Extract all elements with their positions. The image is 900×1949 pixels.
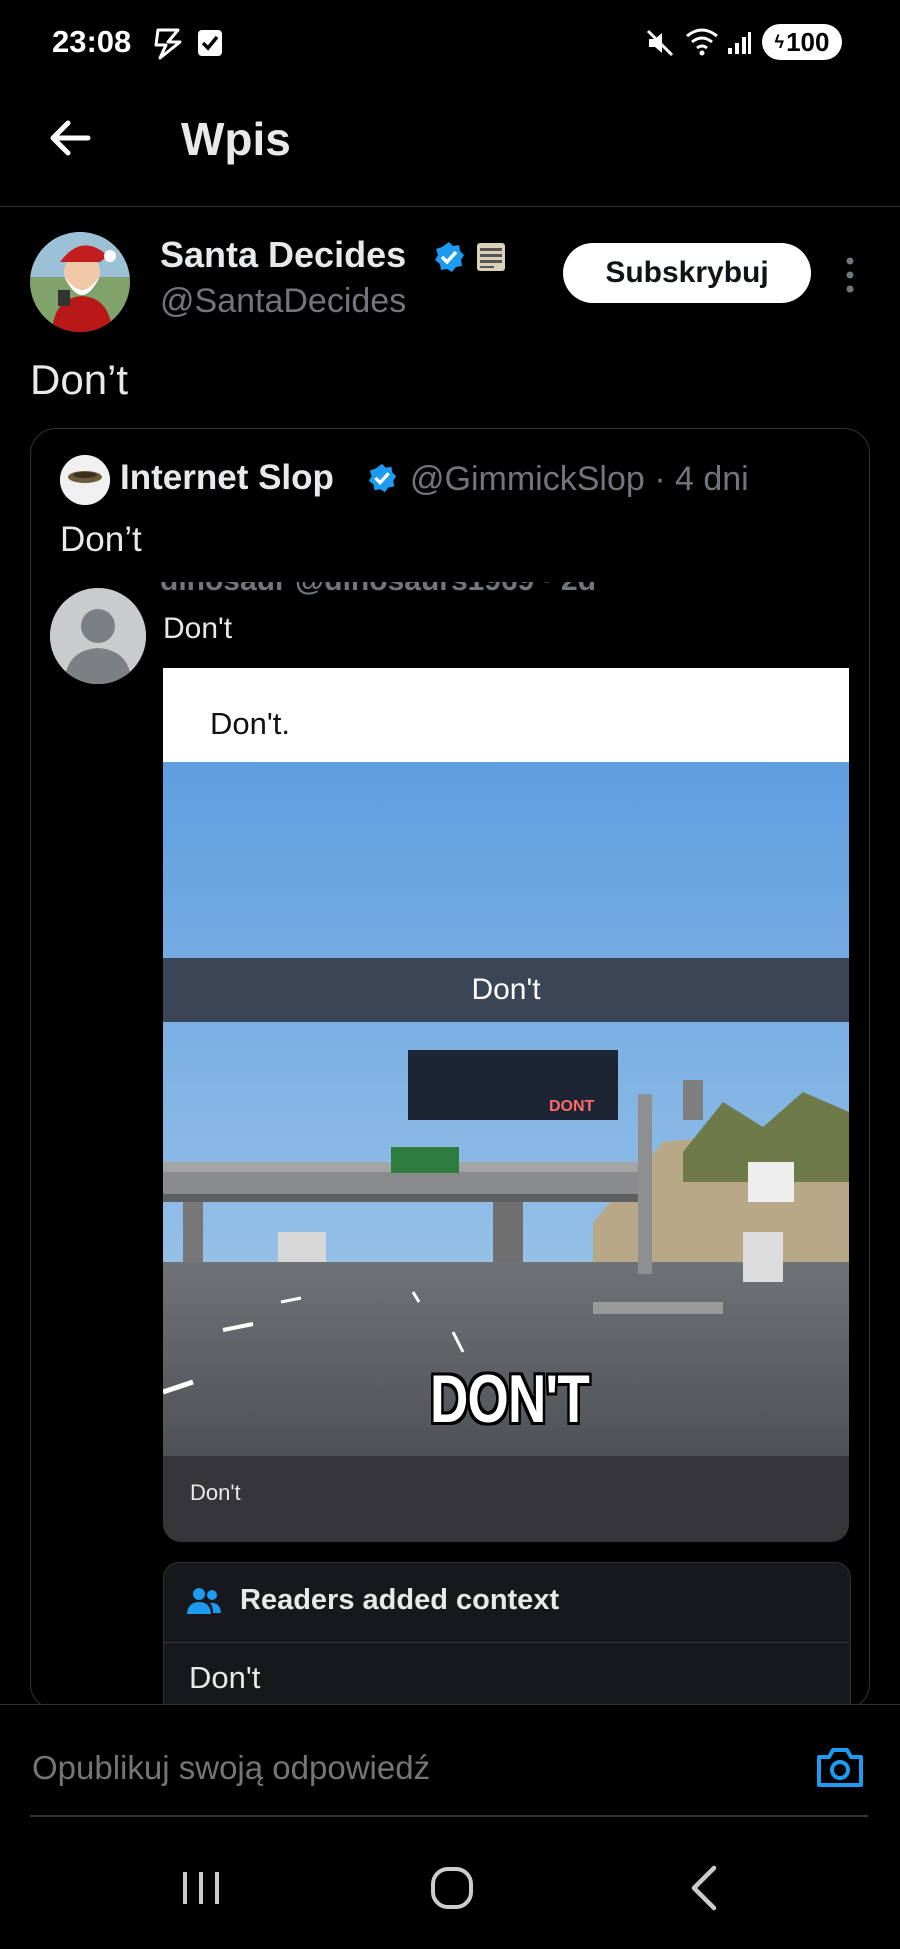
affiliate-badge-icon	[477, 243, 505, 271]
author-name[interactable]: Santa Decides	[160, 234, 406, 276]
battery-level: 100	[786, 26, 830, 57]
signal-icon	[728, 32, 751, 54]
recent-apps-icon[interactable]	[165, 1862, 237, 1914]
billboard-text: DONT	[549, 1098, 595, 1115]
back-arrow-icon[interactable]	[44, 112, 96, 164]
post-text: Don’t	[30, 356, 129, 403]
wifi-icon	[686, 28, 718, 56]
inner-post-text: Don't	[163, 612, 233, 645]
charging-icon	[154, 28, 182, 60]
camera-icon[interactable]	[814, 1745, 866, 1789]
media-band-text: Don't	[471, 973, 541, 1006]
quoted-author-avatar	[60, 455, 110, 505]
inner-post-header-cut: dinosaur @dinosaurs1969 · 2d	[160, 582, 596, 600]
inner-avatar	[50, 588, 146, 684]
checkbox-notification-icon	[198, 30, 222, 56]
page-title: Wpis	[181, 113, 291, 165]
battery-indicator: ϟ 100	[762, 24, 842, 60]
home-icon[interactable]	[416, 1862, 488, 1914]
default-avatar-icon	[50, 588, 146, 684]
people-icon	[187, 1588, 221, 1614]
system-back-icon[interactable]	[670, 1862, 742, 1914]
media-caption-text: Don't.	[210, 706, 291, 741]
more-options-icon[interactable]	[838, 255, 862, 295]
highway-photo	[163, 762, 849, 1456]
quoted-post-text: Don’t	[60, 520, 142, 559]
quoted-handle-time: @GimmickSlop · 4 dni	[410, 460, 749, 498]
battery-bolt-icon: ϟ	[774, 31, 785, 52]
santa-avatar-image	[30, 232, 130, 332]
author-avatar[interactable]	[30, 232, 130, 332]
community-note-text: Don't	[189, 1660, 261, 1695]
verified-badge-icon	[435, 242, 464, 272]
community-note-title: Readers added context	[240, 1584, 560, 1616]
author-handle[interactable]: @SantaDecides	[160, 282, 406, 321]
reply-underline	[30, 1815, 868, 1817]
slop-avatar-image	[60, 455, 110, 505]
meme-text: DON'T	[430, 1361, 590, 1437]
status-time: 23:08	[52, 24, 132, 59]
quoted-verified-badge-icon	[368, 463, 397, 493]
media-bottom-caption: Don't	[190, 1480, 241, 1505]
mute-icon	[646, 29, 674, 57]
subscribe-button[interactable]: Subskrybuj	[563, 243, 811, 303]
top-bar	[0, 88, 900, 207]
quoted-author-name: Internet Slop	[120, 458, 334, 497]
reply-input[interactable]	[30, 1748, 734, 1788]
